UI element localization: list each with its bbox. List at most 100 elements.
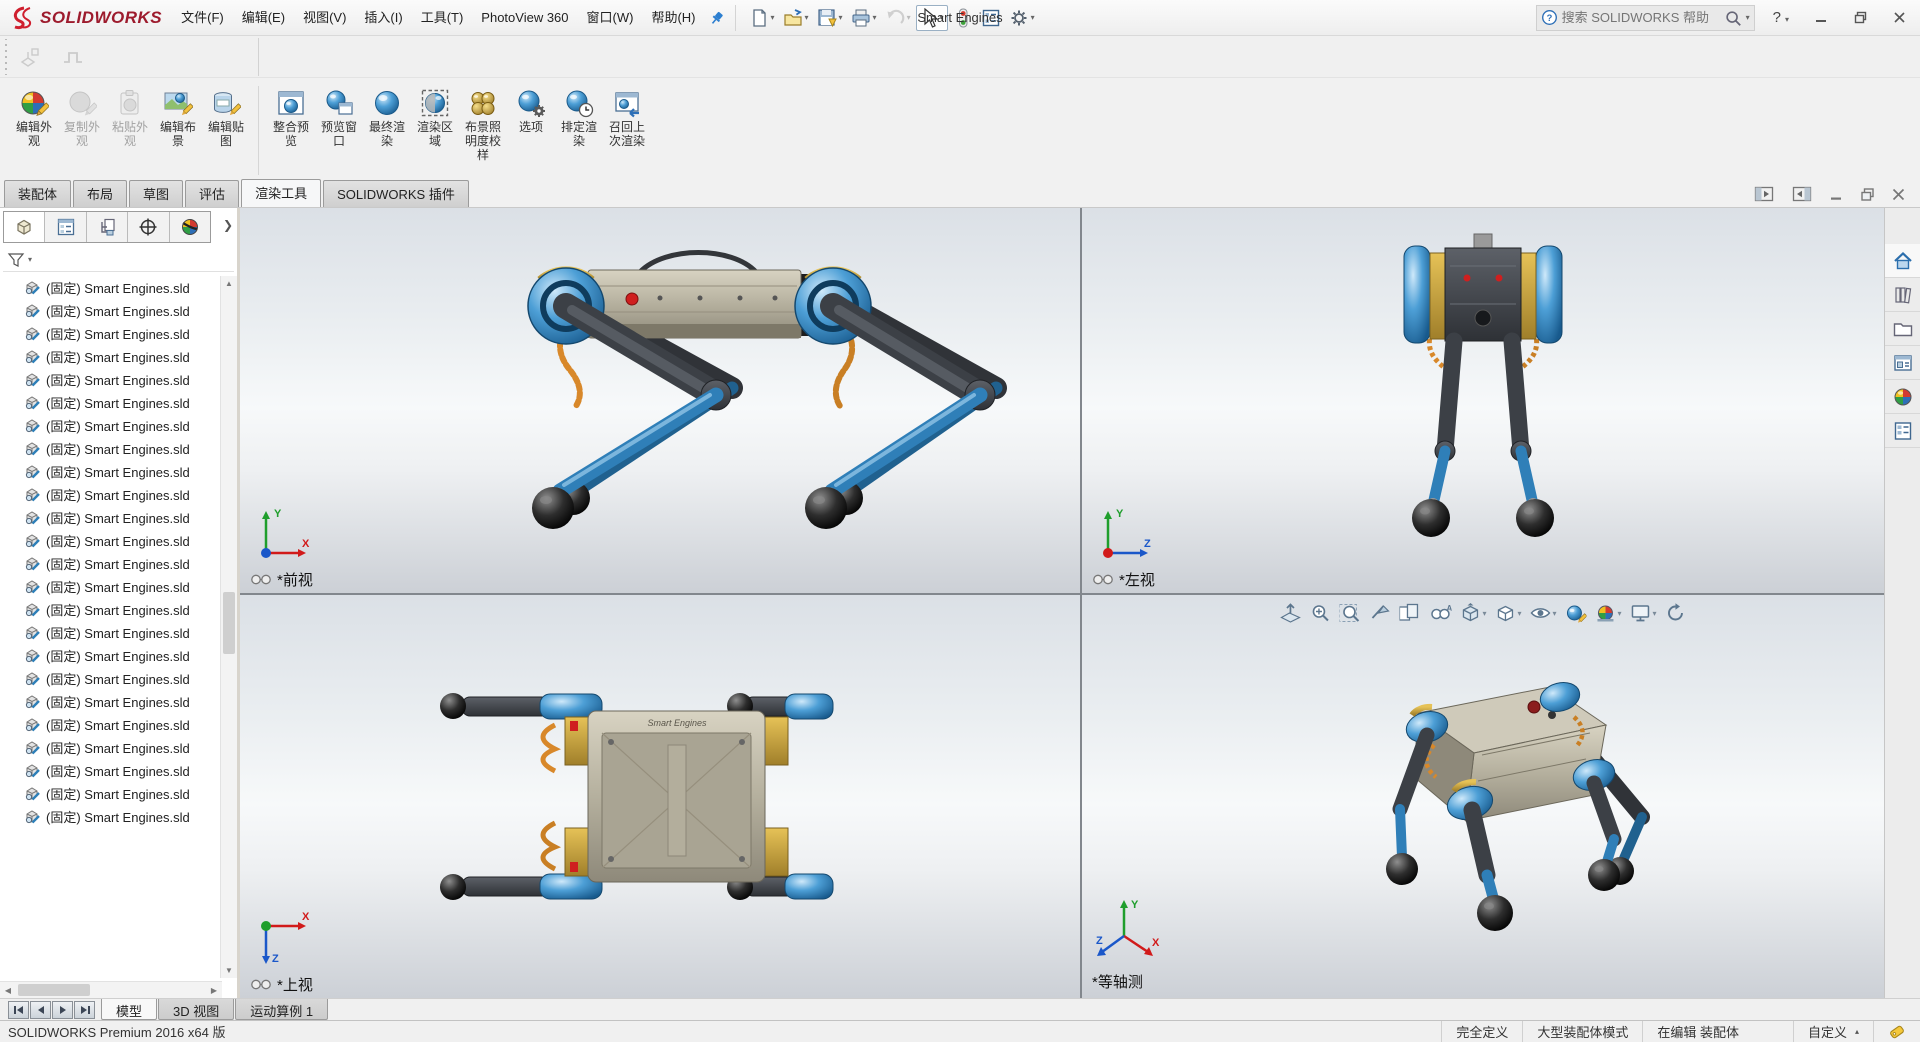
edit-appearance-button[interactable]: 编辑外观 — [11, 84, 57, 150]
tree-item[interactable]: (固定) Smart Engines.sld — [0, 299, 220, 322]
dropdown-caret-icon[interactable]: ▾ — [805, 13, 809, 22]
panel-tab-displaymanager[interactable] — [170, 212, 210, 242]
menu-item-4[interactable]: 插入(I) — [355, 1, 411, 35]
viewport-top[interactable]: Smart Engines X Z *上视 — [240, 595, 1080, 998]
scrollbar-thumb[interactable] — [223, 592, 235, 654]
bottom-tab-运动算例 1[interactable]: 运动算例 1 — [235, 999, 328, 1020]
tree-item[interactable]: (固定) Smart Engines.sld — [0, 345, 220, 368]
bottom-tab-模型[interactable]: 模型 — [101, 999, 157, 1020]
render-region-button[interactable]: 渲染区域 — [412, 84, 458, 150]
tree-item[interactable]: (固定) Smart Engines.sld — [0, 782, 220, 805]
integrated-preview-button[interactable]: 整合预览 — [268, 84, 314, 150]
edit-decal-button[interactable]: 编辑贴图 — [203, 84, 249, 150]
tree-item[interactable]: (固定) Smart Engines.sld — [0, 483, 220, 506]
menu-item-7[interactable]: 窗口(W) — [578, 1, 643, 35]
tab-布局[interactable]: 布局 — [73, 180, 127, 207]
tree-horizontal-scrollbar[interactable]: ◀ ▶ — [0, 981, 222, 998]
tab-SOLIDWORKS 插件[interactable]: SOLIDWORKS 插件 — [323, 180, 469, 207]
design-library-button[interactable] — [1885, 278, 1920, 312]
tree-item[interactable]: (固定) Smart Engines.sld — [0, 736, 220, 759]
nav-first-button[interactable] — [8, 1001, 29, 1019]
dropdown-caret-icon[interactable]: ▾ — [1031, 13, 1035, 22]
menu-item-5[interactable]: 工具(T) — [412, 1, 473, 35]
tab-草图[interactable]: 草图 — [129, 180, 183, 207]
doc-close-button[interactable] — [1891, 187, 1906, 202]
tree-item[interactable]: (固定) Smart Engines.sld — [0, 805, 220, 828]
tag-button[interactable] — [1873, 1021, 1920, 1042]
window-restore-button[interactable] — [1846, 7, 1875, 28]
tree-item[interactable]: (固定) Smart Engines.sld — [0, 713, 220, 736]
dropdown-caret-icon[interactable]: ▾ — [771, 13, 775, 22]
tree-item[interactable]: (固定) Smart Engines.sld — [0, 368, 220, 391]
tree-item[interactable]: (固定) Smart Engines.sld — [0, 621, 220, 644]
tree-filter[interactable]: ▾ — [3, 248, 234, 272]
dropdown-caret-icon[interactable]: ▾ — [907, 13, 911, 22]
viewport-front[interactable]: Y X *前视 — [240, 208, 1080, 593]
tree-item[interactable]: (固定) Smart Engines.sld — [0, 759, 220, 782]
tree-item[interactable]: (固定) Smart Engines.sld — [0, 575, 220, 598]
options-button[interactable]: ▾ — [1006, 6, 1038, 30]
dropdown-caret-icon[interactable]: ▾ — [873, 13, 877, 22]
tab-装配体[interactable]: 装配体 — [4, 180, 71, 207]
nav-last-button[interactable] — [74, 1001, 95, 1019]
doc-restore-button[interactable] — [1860, 187, 1875, 202]
viewport-left[interactable]: Y Z *左视 — [1082, 208, 1884, 593]
help-button[interactable]: ?▾ — [1765, 5, 1797, 30]
scroll-down-icon[interactable]: ▼ — [221, 963, 237, 978]
tree-item[interactable]: (固定) Smart Engines.sld — [0, 276, 220, 299]
tree-item[interactable]: (固定) Smart Engines.sld — [0, 529, 220, 552]
scroll-right-icon[interactable]: ▶ — [206, 986, 222, 995]
window-minimize-button[interactable] — [1807, 7, 1836, 28]
tree-item[interactable]: (固定) Smart Engines.sld — [0, 598, 220, 621]
file-explorer-button[interactable] — [1885, 312, 1920, 346]
bottom-tab-3D 视图[interactable]: 3D 视图 — [158, 999, 234, 1020]
tree-item[interactable]: (固定) Smart Engines.sld — [0, 414, 220, 437]
nav-previous-button[interactable] — [30, 1001, 51, 1019]
window-close-button[interactable] — [1885, 7, 1914, 28]
save-document-button[interactable]: ▾ — [814, 6, 846, 30]
menu-item-1[interactable]: 文件(F) — [172, 1, 233, 35]
print-button[interactable]: ▾ — [848, 6, 880, 30]
panel-tab-featuremanager-tree[interactable] — [4, 212, 45, 242]
toolbar-drag-handle[interactable] — [2, 39, 10, 75]
scrollbar-thumb[interactable] — [18, 984, 90, 996]
appearances-scenes-button[interactable] — [1885, 380, 1920, 414]
tab-渲染工具[interactable]: 渲染工具 — [241, 179, 321, 207]
dropdown-caret-icon[interactable]: ▾ — [839, 13, 843, 22]
tile-previous-button[interactable] — [1753, 185, 1775, 203]
panel-tab-configurationmanager[interactable] — [87, 212, 128, 242]
menu-item-3[interactable]: 视图(V) — [294, 1, 355, 35]
open-document-button[interactable]: ▾ — [780, 6, 812, 30]
search-input[interactable] — [1562, 10, 1720, 25]
preview-window-button[interactable]: 预览窗口 — [316, 84, 362, 150]
tree-item[interactable]: (固定) Smart Engines.sld — [0, 322, 220, 345]
tree-item[interactable]: (固定) Smart Engines.sld — [0, 391, 220, 414]
render-options-button[interactable]: 选项 — [508, 84, 554, 136]
tab-评估[interactable]: 评估 — [185, 180, 239, 207]
scroll-up-icon[interactable]: ▲ — [221, 276, 237, 291]
tile-next-button[interactable] — [1791, 185, 1813, 203]
undo-button[interactable]: ▾ — [882, 6, 914, 30]
proof-sheet-button[interactable]: 布景照明度校样 — [460, 84, 506, 164]
panel-tab-dimxpertmanager[interactable] — [128, 212, 169, 242]
viewport-iso[interactable]: A▾▾▾▾▾ — [1082, 595, 1884, 998]
custom-properties-button[interactable] — [1885, 414, 1920, 448]
tree-item[interactable]: (固定) Smart Engines.sld — [0, 644, 220, 667]
final-render-button[interactable]: 最终渲染 — [364, 84, 410, 150]
search-caret-icon[interactable]: ▾ — [1746, 13, 1750, 22]
tree-item[interactable]: (固定) Smart Engines.sld — [0, 460, 220, 483]
menu-item-6[interactable]: PhotoView 360 — [472, 1, 577, 35]
scrollbar-track[interactable] — [16, 982, 206, 998]
tree-item[interactable]: (固定) Smart Engines.sld — [0, 690, 220, 713]
tree-item[interactable]: (固定) Smart Engines.sld — [0, 552, 220, 575]
solidworks-resources-button[interactable] — [1885, 244, 1920, 278]
tree-vertical-scrollbar[interactable]: ▲ ▼ — [220, 276, 237, 978]
tree-item[interactable]: (固定) Smart Engines.sld — [0, 506, 220, 529]
recall-render-button[interactable]: 召回上次渲染 — [604, 84, 650, 150]
view-palette-button[interactable] — [1885, 346, 1920, 380]
menu-item-8[interactable]: 帮助(H) — [642, 1, 704, 35]
panel-tabs-overflow[interactable]: ❯ — [223, 218, 233, 232]
search-icon[interactable] — [1724, 9, 1742, 27]
doc-minimize-button[interactable] — [1829, 187, 1844, 202]
new-document-button[interactable]: ▾ — [746, 6, 778, 30]
